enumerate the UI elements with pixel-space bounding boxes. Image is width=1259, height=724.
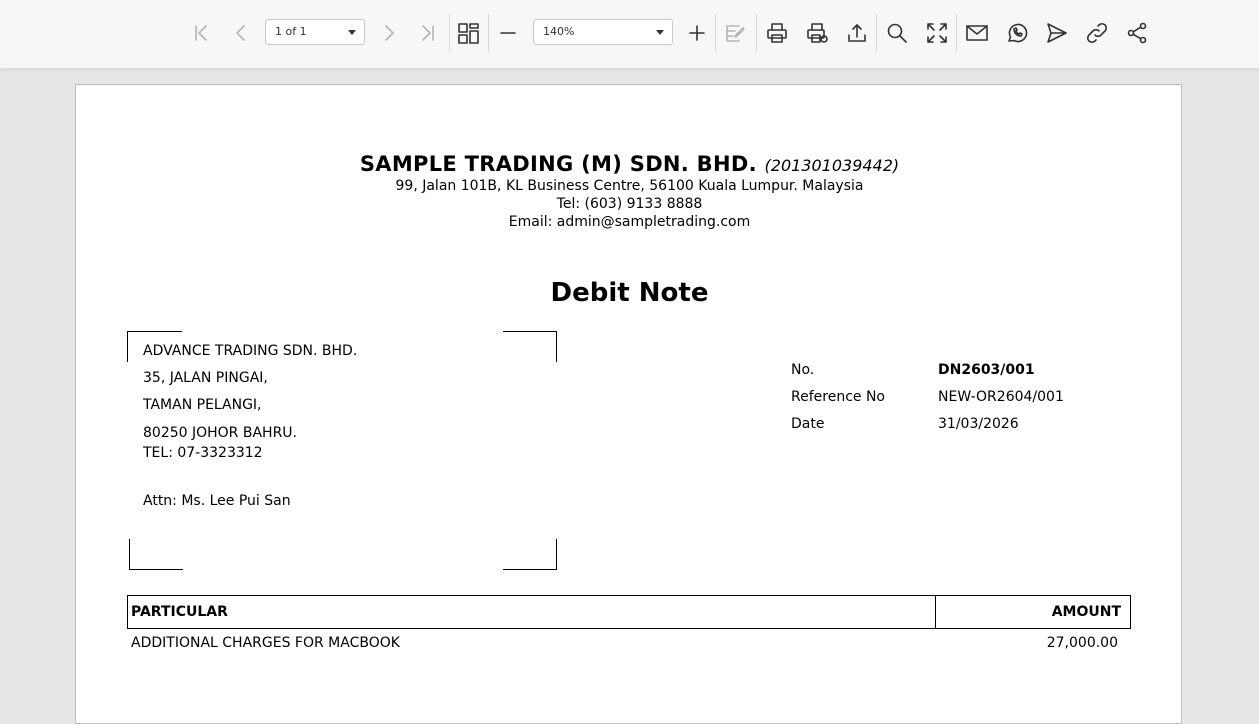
- fullscreen-icon: [927, 23, 947, 43]
- bill-to-address-line: 35, JALAN PINGAI,: [143, 370, 268, 386]
- plus-icon: [689, 25, 705, 41]
- copy-link-button[interactable]: [1080, 16, 1114, 50]
- whatsapp-button[interactable]: [1000, 16, 1034, 50]
- send-button[interactable]: [1040, 16, 1074, 50]
- first-page-button[interactable]: [184, 16, 218, 50]
- toolbar-separator: [956, 14, 957, 52]
- send-icon: [1047, 23, 1067, 43]
- printer-settings-icon: [807, 23, 828, 43]
- page-number-select[interactable]: 1 of 1: [265, 19, 365, 45]
- chevron-down-icon: [656, 30, 664, 35]
- first-page-icon: [195, 25, 207, 41]
- printer-icon: [767, 23, 787, 43]
- mail-icon: [966, 25, 988, 41]
- print-settings-button[interactable]: [800, 16, 834, 50]
- address-window-corner: [503, 539, 557, 570]
- bill-to-tel: TEL: 07-3323312: [143, 445, 263, 461]
- email-button[interactable]: [960, 16, 994, 50]
- next-page-button[interactable]: [372, 16, 406, 50]
- address-window-corner: [129, 539, 183, 570]
- date-label: Date: [791, 416, 825, 432]
- bill-to-attention: Attn: Ms. Lee Pui San: [143, 493, 291, 509]
- bill-to-address-line: TAMAN PELANGI,: [143, 397, 262, 413]
- share-button[interactable]: [1120, 16, 1154, 50]
- zoom-out-button[interactable]: [491, 16, 525, 50]
- table-row-particular: ADDITIONAL CHARGES FOR MACBOOK: [131, 635, 400, 651]
- column-divider: [935, 596, 936, 628]
- thumbnails-button[interactable]: [451, 16, 485, 50]
- edit-icon: [726, 25, 745, 42]
- search-button[interactable]: [880, 16, 914, 50]
- last-page-icon: [422, 25, 434, 41]
- zoom-in-button[interactable]: [680, 16, 714, 50]
- column-header-particular: PARTICULAR: [131, 604, 228, 620]
- table-row-amount: 27,000.00: [1046, 635, 1118, 651]
- page-number-value: 1 of 1: [275, 25, 307, 38]
- share-icon: [1127, 22, 1147, 44]
- company-tel: Tel: (603) 9133 8888: [556, 196, 703, 212]
- last-page-button[interactable]: [411, 16, 445, 50]
- chevron-down-icon: [348, 30, 356, 35]
- viewer-toolbar: 1 of 1 140%: [0, 0, 1259, 69]
- zoom-select[interactable]: 140%: [533, 19, 673, 45]
- company-registration: (201301039442): [764, 156, 900, 175]
- toolbar-separator: [876, 14, 877, 52]
- upload-icon: [848, 24, 866, 42]
- annotate-button[interactable]: [719, 16, 753, 50]
- reference-label: Reference No: [791, 389, 885, 405]
- document-title: Debit Note: [550, 278, 709, 308]
- export-button[interactable]: [840, 16, 874, 50]
- document-page: SAMPLE TRADING (M) SDN. BHD. (2013010394…: [75, 84, 1182, 724]
- toolbar-separator: [756, 14, 757, 52]
- bill-to-address-line: 80250 JOHOR BAHRU.: [143, 425, 297, 441]
- toolbar-separator: [715, 14, 716, 52]
- reference-value: NEW-OR2604/001: [938, 389, 1064, 405]
- chevron-left-icon: [236, 25, 245, 41]
- toolbar-separator: [488, 14, 489, 52]
- grid-icon: [458, 23, 479, 44]
- company-email: Email: admin@sampletrading.com: [508, 214, 751, 230]
- date-value: 31/03/2026: [938, 416, 1019, 432]
- company-name: SAMPLE TRADING (M) SDN. BHD.: [359, 152, 757, 176]
- doc-number-label: No.: [791, 362, 815, 378]
- address-window-corner: [503, 331, 557, 362]
- minus-icon: [500, 32, 516, 34]
- previous-page-button[interactable]: [224, 16, 258, 50]
- toolbar-separator: [449, 14, 450, 52]
- zoom-value: 140%: [543, 25, 575, 38]
- company-address: 99, Jalan 101B, KL Business Centre, 5610…: [395, 178, 864, 194]
- chevron-right-icon: [385, 25, 394, 41]
- print-button[interactable]: [760, 16, 794, 50]
- table-header: PARTICULAR AMOUNT: [127, 595, 1131, 629]
- company-header: SAMPLE TRADING (M) SDN. BHD. (2013010394…: [76, 152, 1183, 176]
- doc-number-value: DN2603/001: [938, 362, 1035, 378]
- bill-to-name: ADVANCE TRADING SDN. BHD.: [143, 343, 358, 359]
- whatsapp-icon: [1008, 23, 1028, 43]
- fullscreen-button[interactable]: [920, 16, 954, 50]
- column-header-amount: AMOUNT: [1051, 604, 1121, 620]
- link-icon: [1086, 22, 1108, 44]
- search-icon: [887, 23, 907, 43]
